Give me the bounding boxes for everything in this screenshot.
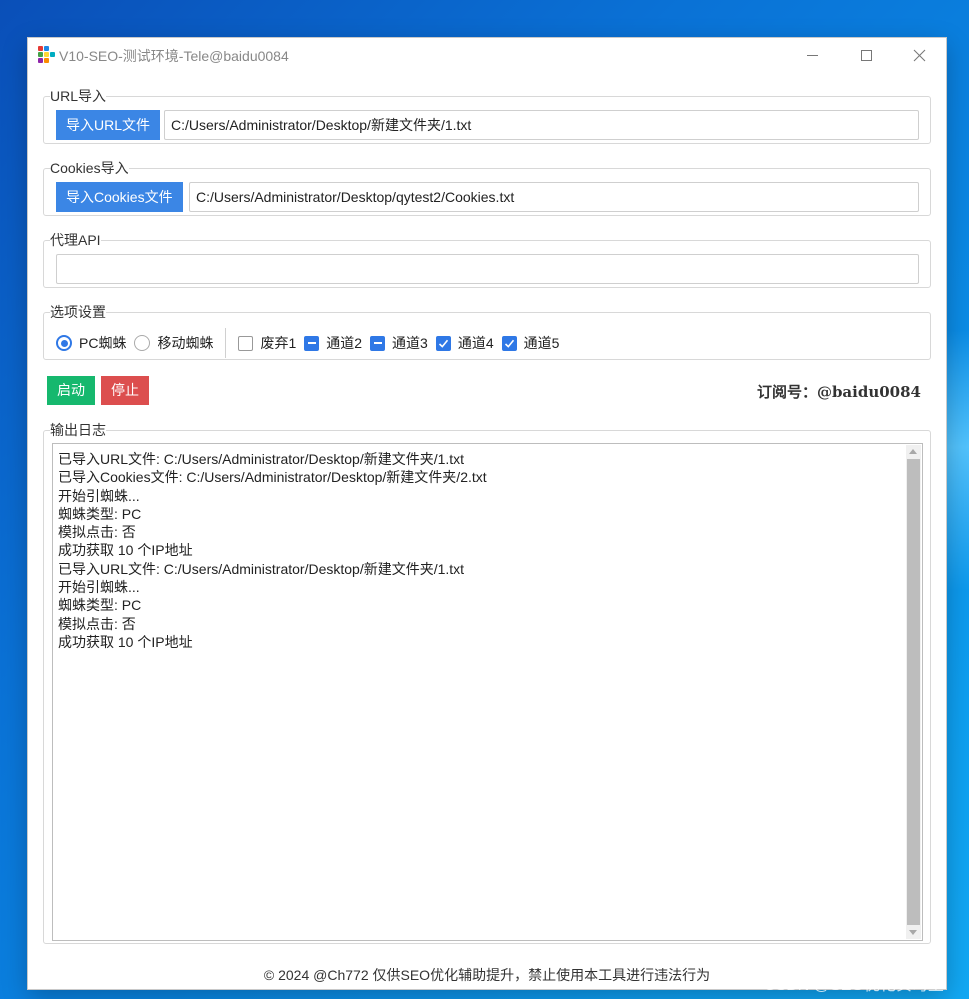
title-bar[interactable]: V10-SEO-测试环境-Tele@baidu0084 — [28, 38, 946, 72]
log-line: 模拟点击: 否 — [58, 615, 136, 632]
options-divider — [225, 328, 227, 358]
log-line: 已导入URL文件: C:/Users/Administrator/Desktop… — [58, 560, 465, 577]
subscription-label: 订阅号：@baidu0084 — [756, 383, 921, 401]
log-scrollbar[interactable] — [906, 445, 921, 939]
app-logo-icon — [37, 45, 55, 63]
channel-1-checkbox[interactable] — [238, 335, 254, 351]
cookies-import-legend: Cookies导入 — [50, 160, 129, 176]
app-window: V10-SEO-测试环境-Tele@baidu0084 URL导入 导入URL文… — [28, 38, 946, 989]
import-cookies-button[interactable]: 导入Cookies文件 — [56, 182, 183, 212]
log-line: 开始引蜘蛛... — [58, 487, 140, 504]
url-import-group: URL导入 导入URL文件 C:/Users/Administrator/Des… — [43, 88, 931, 144]
log-lines: 已导入URL文件: C:/Users/Administrator/Desktop… — [58, 450, 898, 651]
start-button[interactable]: 启动 — [47, 376, 95, 405]
url-import-legend: URL导入 — [50, 88, 107, 104]
close-icon — [913, 49, 925, 61]
mobile-spider-radio[interactable] — [134, 335, 151, 351]
log-line: 开始引蜘蛛... — [58, 579, 140, 596]
url-path-input[interactable]: C:/Users/Administrator/Desktop/新建文件夹/1.t… — [164, 110, 919, 140]
channel-3-label[interactable]: 通道3 — [392, 333, 428, 353]
channel-2-checkbox[interactable] — [304, 335, 320, 351]
log-line: 模拟点击: 否 — [58, 524, 136, 541]
checkmark-icon — [438, 339, 448, 348]
log-line: 蜘蛛类型: PC — [58, 597, 142, 614]
close-button[interactable] — [892, 38, 946, 72]
cookies-import-group: Cookies导入 导入Cookies文件 C:/Users/Administr… — [43, 160, 931, 216]
proxy-api-input[interactable] — [56, 254, 919, 284]
mobile-spider-label[interactable]: 移动蜘蛛 — [157, 333, 213, 353]
stop-button[interactable]: 停止 — [101, 376, 149, 405]
log-legend: 输出日志 — [50, 422, 106, 438]
window-title: V10-SEO-测试环境-Tele@baidu0084 — [59, 48, 289, 64]
log-line: 已导入URL文件: C:/Users/Administrator/Desktop… — [58, 451, 465, 467]
log-output[interactable]: 已导入URL文件: C:/Users/Administrator/Desktop… — [52, 443, 923, 941]
indeterminate-icon — [307, 342, 316, 344]
channel-5-checkbox[interactable] — [501, 335, 517, 351]
options-legend: 选项设置 — [50, 304, 106, 320]
maximize-button[interactable] — [839, 38, 893, 72]
channel-1-label[interactable]: 废弃1 — [260, 333, 296, 353]
csdn-watermark: CSDN @SEO优化实习生 — [764, 977, 944, 994]
options-row: PC蜘蛛 移动蜘蛛 废弃1 通道2 通道3 通道4 通道5 — [56, 328, 567, 358]
maximize-icon — [860, 49, 872, 61]
log-line: 成功获取 10 个IP地址 — [58, 633, 193, 650]
minimize-button[interactable] — [785, 38, 839, 72]
log-line: 成功获取 10 个IP地址 — [58, 542, 193, 559]
proxy-api-group: 代理API — [43, 232, 931, 288]
cookies-path-input[interactable]: C:/Users/Administrator/Desktop/qytest2/C… — [189, 182, 919, 212]
minimize-icon — [806, 54, 818, 56]
channel-3-checkbox[interactable] — [370, 335, 386, 351]
log-line: 已导入Cookies文件: C:/Users/Administrator/Des… — [58, 469, 487, 486]
pc-spider-radio[interactable] — [56, 335, 72, 351]
pc-spider-label[interactable]: PC蜘蛛 — [79, 333, 126, 353]
channel-4-checkbox[interactable] — [435, 335, 451, 351]
indeterminate-icon — [373, 342, 382, 344]
proxy-api-legend: 代理API — [50, 232, 101, 248]
channel-5-label[interactable]: 通道5 — [524, 333, 560, 353]
log-line: 蜘蛛类型: PC — [58, 505, 142, 522]
options-group: 选项设置 PC蜘蛛 移动蜘蛛 废弃1 通道2 通道3 通道4 通道5 — [43, 304, 931, 360]
log-group: 输出日志 已导入URL文件: C:/Users/Administrator/De… — [43, 422, 931, 944]
channel-4-label[interactable]: 通道4 — [458, 333, 494, 353]
channel-2-label[interactable]: 通道2 — [326, 333, 362, 353]
scroll-thumb[interactable] — [907, 459, 920, 925]
scroll-down-icon[interactable] — [909, 930, 917, 935]
import-url-button[interactable]: 导入URL文件 — [56, 110, 161, 140]
checkmark-icon — [504, 339, 514, 348]
scroll-up-icon[interactable] — [909, 449, 917, 454]
